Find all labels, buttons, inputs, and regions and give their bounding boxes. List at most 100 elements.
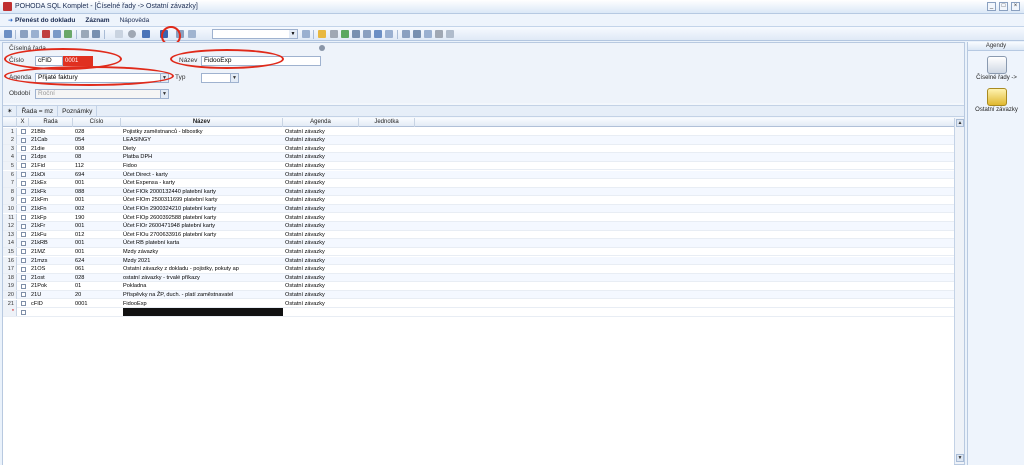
scroll-up-icon[interactable]: ▲ (956, 119, 964, 127)
table-row[interactable]: 9 21kFm 001 Účet FIOm 2500311699 platební k… (3, 196, 954, 205)
row-checkbox[interactable] (21, 309, 26, 315)
col-cislo[interactable]: Číslo (73, 118, 121, 127)
add-record-icon[interactable] (64, 30, 72, 38)
row-checkbox[interactable] (21, 258, 26, 263)
table-row[interactable]: 12 21kFr 001 Účet FIOr 2600471948 platební … (3, 222, 954, 231)
row-checkbox[interactable] (21, 223, 26, 229)
cislo-number-highlight[interactable]: 0001 (63, 56, 93, 66)
menu-record[interactable]: Záznam (85, 17, 109, 24)
menu-transfer-to-document[interactable]: ➜ Přenést do dokladu (8, 17, 75, 24)
table-row[interactable]: 10 21kFn 002 Účet FIOn 2900324210 platební … (3, 204, 954, 214)
chevron-down-icon[interactable]: ▼ (289, 30, 297, 38)
print-icon[interactable] (188, 30, 196, 38)
table-row[interactable]: 21 cFID 0001 FidooExp Ostatní závazky (3, 299, 954, 309)
table-row[interactable]: 7 21kEx 001 Účet Expensa - karty Ostatní záv… (3, 179, 954, 188)
filter-icon[interactable] (20, 30, 28, 38)
menu-help[interactable]: Nápověda (120, 17, 150, 24)
row-checkbox[interactable] (21, 249, 26, 255)
filter-star-button[interactable]: ✶ (3, 105, 18, 117)
table-row[interactable]: 20 21U 20 Příspěvky na ŽP, duch. - platí za… (3, 290, 954, 300)
row-checkbox[interactable] (21, 197, 26, 203)
col-nazev[interactable]: Název (121, 118, 283, 127)
scroll-down-icon[interactable]: ▼ (956, 454, 964, 462)
folder-icon[interactable] (318, 30, 326, 38)
row-checkbox[interactable] (21, 129, 26, 134)
edit-icon[interactable] (53, 30, 61, 38)
more-icon[interactable] (446, 30, 454, 38)
row-checkbox[interactable] (21, 163, 26, 169)
table-row[interactable]: 3 21die 008 Diety Ostatní závazky (3, 144, 954, 154)
notes-button[interactable]: Poznámky (58, 105, 98, 117)
search-icon[interactable] (302, 30, 310, 38)
table-row[interactable]: 14 21kRB 001 Účet RB platební karta Ostatní … (3, 239, 954, 248)
window-icon[interactable] (402, 30, 410, 38)
close-button[interactable]: × (1011, 2, 1020, 11)
document-icon[interactable] (81, 30, 89, 38)
settings-icon[interactable] (330, 30, 338, 38)
next-record-icon[interactable] (176, 30, 184, 38)
row-checkbox[interactable] (21, 137, 26, 143)
col-rada[interactable]: Řada (29, 118, 73, 127)
row-checkbox[interactable] (21, 240, 26, 246)
row-checkbox[interactable] (21, 283, 26, 289)
table-row[interactable]: 18 21ost 028 ostatní závazky - trvalé příka… (3, 273, 954, 283)
table-row[interactable]: 16 21mzs 624 Mzdy 2021 Ostatní závazky (3, 256, 954, 266)
row-checkbox[interactable] (21, 266, 26, 272)
table-row[interactable]: 11 21kFp 190 Účet FIOp 2600392588 platební … (3, 213, 954, 223)
table-row[interactable]: 1 21Blb 028 Pojistky zaměstnanců - blbostky… (3, 127, 954, 137)
table-row[interactable]: 4 21dpx 08 Platba DPH Ostatní závazky (3, 153, 954, 162)
table-row[interactable]: 17 21OS 061 Ostatní závazky z dokladu - poj… (3, 265, 954, 274)
table-row[interactable]: 19 21Pok 01 Pokladna Ostatní závazky (3, 282, 954, 291)
row-checkbox[interactable] (21, 146, 26, 152)
table-row[interactable]: 15 21MZ 001 Mzdy závazky Ostatní závazky (3, 247, 954, 257)
row-checkbox[interactable] (21, 206, 26, 212)
table-icon[interactable] (352, 30, 360, 38)
maximize-button[interactable]: □ (999, 2, 1008, 11)
new-record-row[interactable]: * (3, 308, 954, 317)
new-row-nazev-editor[interactable] (123, 308, 283, 317)
report-icon[interactable] (374, 30, 382, 38)
row-checkbox[interactable] (21, 180, 26, 186)
agenda-select[interactable]: Přijaté faktury ▼ (35, 73, 169, 83)
col-agenda[interactable]: Agenda (283, 118, 359, 127)
filter-rada-button[interactable]: Řada = mz (17, 105, 59, 117)
grid-view-icon[interactable] (4, 30, 12, 38)
toolbar-combo[interactable]: ▼ (212, 29, 298, 39)
typ-select[interactable]: ▼ (201, 73, 239, 83)
table-row[interactable]: 5 21Fid 112 Fidoo Ostatní závazky (3, 161, 954, 171)
row-checkbox[interactable] (21, 292, 26, 298)
first-record-icon[interactable] (142, 30, 150, 38)
export-icon[interactable] (341, 30, 349, 38)
check-icon[interactable] (92, 30, 100, 38)
row-checkbox[interactable] (21, 215, 26, 220)
agenda-item-other-liabilities[interactable]: Ostatní závazky (968, 88, 1024, 113)
cislo-input[interactable]: cFID (35, 56, 63, 66)
table-row[interactable]: 6 21kDi 694 Účet Direct - karty Ostatní záva… (3, 170, 954, 180)
save-icon[interactable] (160, 30, 168, 38)
row-checkbox[interactable] (21, 275, 26, 281)
row-checkbox[interactable] (21, 172, 26, 177)
list-icon[interactable] (363, 30, 371, 38)
table-row[interactable]: 2 21Cab 054 LEASINGY Ostatní závazky (3, 136, 954, 145)
vertical-scrollbar[interactable]: ▲ ▼ (954, 118, 964, 464)
table-row[interactable]: 8 21kFk 088 Účet FIOk 2000132440 platební k… (3, 187, 954, 197)
agenda-item-number-series[interactable]: Číselné řady -> (968, 56, 1024, 81)
star-icon[interactable] (115, 30, 123, 38)
col-jednotka[interactable]: Jednotka (359, 118, 415, 127)
col-x[interactable]: X (17, 118, 29, 127)
record-circle-icon[interactable] (128, 30, 136, 38)
row-checkbox[interactable] (21, 232, 26, 238)
calendar-icon[interactable] (385, 30, 393, 38)
nazev-input[interactable]: FidooExp (201, 56, 321, 66)
row-checkbox[interactable] (21, 301, 26, 306)
row-checkbox[interactable] (21, 189, 26, 195)
chevron-down-icon[interactable]: ▼ (230, 74, 238, 82)
chevron-down-icon[interactable]: ▼ (160, 74, 168, 82)
delete-icon[interactable] (42, 30, 50, 38)
minimize-button[interactable]: _ (987, 2, 996, 11)
table-row[interactable]: 13 21kFu 012 Účet FIOu 2700633916 platební … (3, 230, 954, 240)
copy-icon[interactable] (31, 30, 39, 38)
tools-icon[interactable] (435, 30, 443, 38)
pin-icon[interactable] (319, 45, 325, 51)
layout-icon[interactable] (413, 30, 421, 38)
